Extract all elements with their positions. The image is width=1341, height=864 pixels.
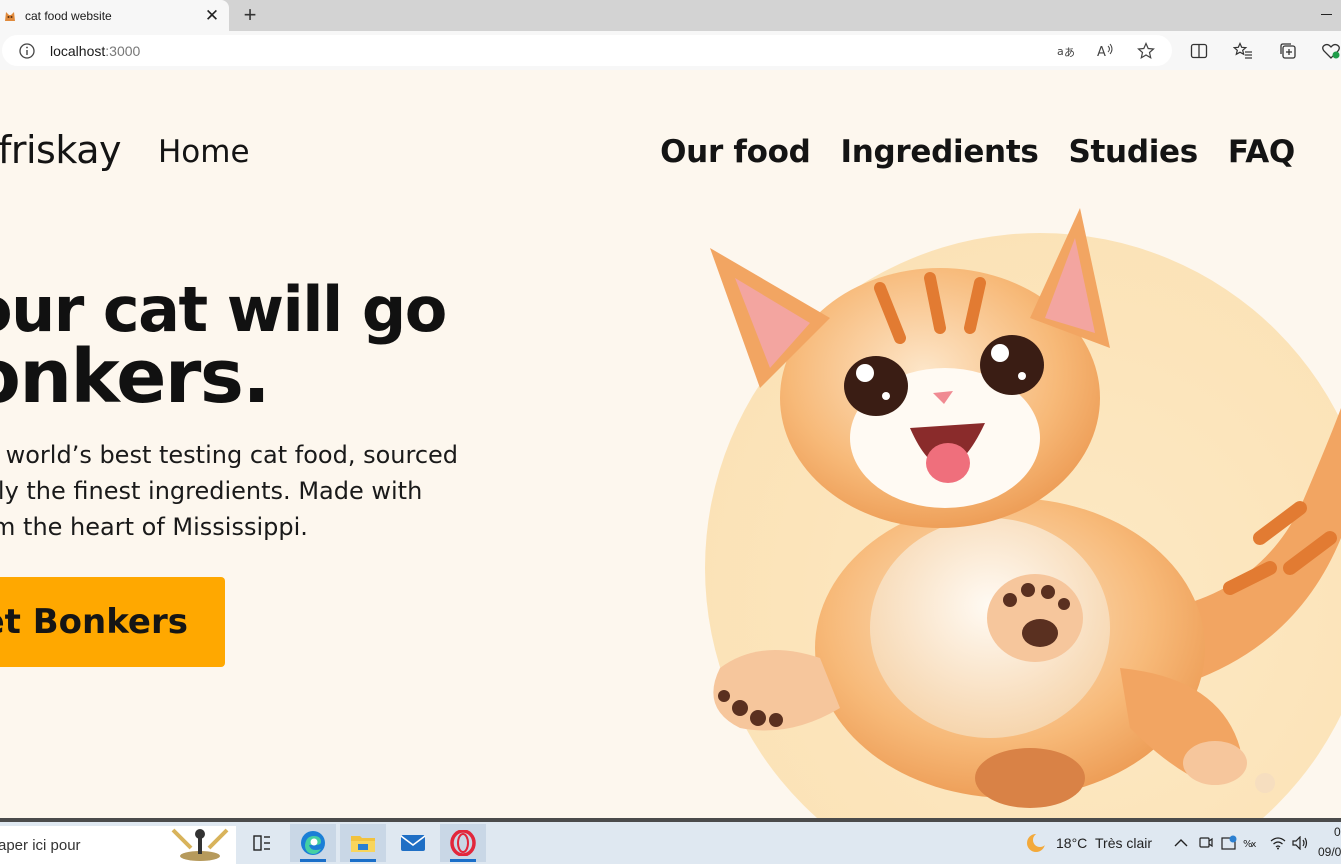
favorites-list-icon[interactable] [1232, 40, 1254, 62]
meet-now-icon[interactable] [1196, 824, 1216, 862]
cat-favicon-icon [2, 8, 18, 24]
minimize-window-icon[interactable] [1316, 4, 1336, 24]
search-highlight-illustration-icon[interactable] [165, 822, 235, 864]
read-aloud-icon[interactable]: A [1095, 40, 1117, 62]
weather-description[interactable]: Très clair [1095, 835, 1152, 851]
volume-icon[interactable] [1290, 824, 1312, 862]
get-bonkers-button[interactable]: et Bonkers [0, 577, 225, 667]
browser-essentials-icon[interactable] [1320, 40, 1341, 62]
browser-tab[interactable]: cat food website ✕ [0, 0, 229, 31]
svg-text:x: x [1251, 840, 1257, 850]
hero-description: he world’s best testing cat food, source… [0, 437, 468, 545]
collections-icon[interactable] [1277, 40, 1299, 62]
hero-headline-line2: onkers. [0, 334, 271, 420]
wifi-icon[interactable] [1267, 824, 1289, 862]
browser-tab-bar: cat food website ✕ + [0, 0, 1341, 31]
clock-time[interactable]: 0 [1334, 825, 1341, 839]
jumping-kitten-illustration [705, 208, 1341, 818]
taskbar-search-placeholder: aper ici pour [0, 836, 81, 854]
svg-text:a: a [1057, 45, 1064, 58]
split-screen-icon[interactable] [1188, 40, 1210, 62]
favorite-star-icon[interactable] [1135, 40, 1157, 62]
url-host: localhost [50, 42, 106, 59]
tab-title: cat food website [25, 8, 112, 23]
new-tab-icon[interactable]: + [238, 2, 262, 27]
nav-home-link[interactable]: Home [158, 134, 250, 170]
nav-faq-link[interactable]: FAQ [1228, 134, 1295, 170]
svg-text:A: A [1097, 45, 1106, 59]
chevron-up-icon[interactable] [1170, 824, 1192, 862]
hero-description-line: he world’s best testing cat food, source… [0, 441, 459, 469]
hero-headline: our cat will go onkers. [0, 273, 447, 420]
mail-icon[interactable] [390, 824, 436, 862]
web-page: friskay Home Our food Ingredients Studie… [0, 70, 1341, 818]
hero-headline-line1: our cat will go [0, 273, 447, 346]
windows-taskbar: aper ici pour 18°C Très clair % x 0 09/0 [0, 822, 1341, 864]
task-view-icon[interactable] [239, 824, 285, 862]
file-explorer-icon[interactable] [340, 824, 386, 862]
opera-icon[interactable] [440, 824, 486, 862]
main-nav: Our food Ingredients Studies FAQ [660, 134, 1295, 170]
edge-icon[interactable] [290, 824, 336, 862]
hero-description-line: only the finest ingredients. Made with [0, 477, 423, 505]
weather-moon-icon[interactable] [1016, 824, 1056, 862]
nav-studies-link[interactable]: Studies [1069, 134, 1199, 170]
nav-our-food-link[interactable]: Our food [660, 134, 811, 170]
url-field[interactable]: localhost:3000 [2, 35, 1172, 66]
url-port: :3000 [105, 42, 141, 59]
language-ime-icon[interactable]: % x [1241, 824, 1263, 862]
tab-close-icon[interactable]: ✕ [201, 5, 223, 27]
translate-icon[interactable]: aあ [1055, 40, 1077, 62]
hero-description-line: rom the heart of Mississippi. [0, 513, 308, 541]
clock-date[interactable]: 09/0 [1318, 845, 1341, 859]
site-info-icon[interactable] [18, 42, 36, 60]
browser-address-bar: localhost:3000 aあ A [0, 31, 1341, 70]
security-update-icon[interactable] [1218, 824, 1240, 862]
weather-temperature[interactable]: 18°C [1056, 835, 1087, 851]
site-logo[interactable]: friskay [0, 128, 121, 172]
nav-ingredients-link[interactable]: Ingredients [841, 134, 1039, 170]
svg-text:あ: あ [1064, 46, 1075, 59]
